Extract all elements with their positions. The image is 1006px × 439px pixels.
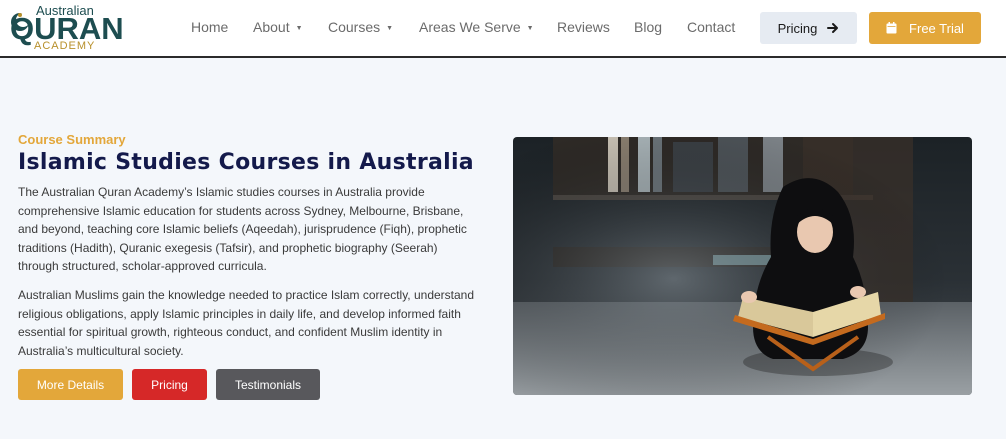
pricing-button[interactable]: Pricing xyxy=(132,369,207,400)
caret-down-icon: ▼ xyxy=(526,24,534,32)
page-title: Islamic Studies Courses in Australia xyxy=(18,150,474,175)
logo[interactable]: Australian QURAN ACADEMY xyxy=(10,3,124,53)
nav-blog[interactable]: Blog xyxy=(634,19,662,35)
header-pricing-button[interactable]: Pricing xyxy=(760,12,857,44)
nav-about[interactable]: About ▼ xyxy=(253,19,303,35)
caret-down-icon: ▼ xyxy=(295,24,303,32)
header-pricing-label: Pricing xyxy=(777,20,818,36)
benefits-paragraph: Australian Muslims gain the knowledge ne… xyxy=(18,288,475,358)
nav-home-label: Home xyxy=(191,19,229,35)
arrow-right-icon xyxy=(827,23,839,33)
free-trial-button[interactable]: Free Trial xyxy=(869,12,981,44)
site-header: Australian QURAN ACADEMY Home About ▼ Cou… xyxy=(0,0,1006,58)
nav-blog-label: Blog xyxy=(634,19,663,35)
caret-down-icon: ▼ xyxy=(386,24,394,32)
logo-text-bottom: ACADEMY xyxy=(34,40,96,52)
section-eyebrow: Course Summary xyxy=(18,132,126,147)
more-details-button[interactable]: More Details xyxy=(18,369,123,400)
calendar-icon xyxy=(886,22,897,34)
nav-contact-label: Contact xyxy=(687,19,736,35)
nav-contact[interactable]: Contact xyxy=(687,19,735,35)
testimonials-button[interactable]: Testimonials xyxy=(216,369,320,400)
nav-reviews[interactable]: Reviews xyxy=(557,19,610,35)
free-trial-label: Free Trial xyxy=(909,20,964,36)
nav-areas[interactable]: Areas We Serve ▼ xyxy=(419,19,534,35)
nav-reviews-label: Reviews xyxy=(557,19,610,35)
child-reading-quran-illustration xyxy=(513,137,972,395)
nav-about-label: About xyxy=(253,19,290,35)
hero-image xyxy=(513,137,972,395)
nav-courses-label: Courses xyxy=(328,19,381,35)
nav-courses[interactable]: Courses ▼ xyxy=(328,19,393,35)
intro-paragraph: The Australian Quran Academy’s Islamic s… xyxy=(18,185,467,274)
nav-home[interactable]: Home xyxy=(191,19,228,35)
nav-areas-label: Areas We Serve xyxy=(419,19,521,35)
